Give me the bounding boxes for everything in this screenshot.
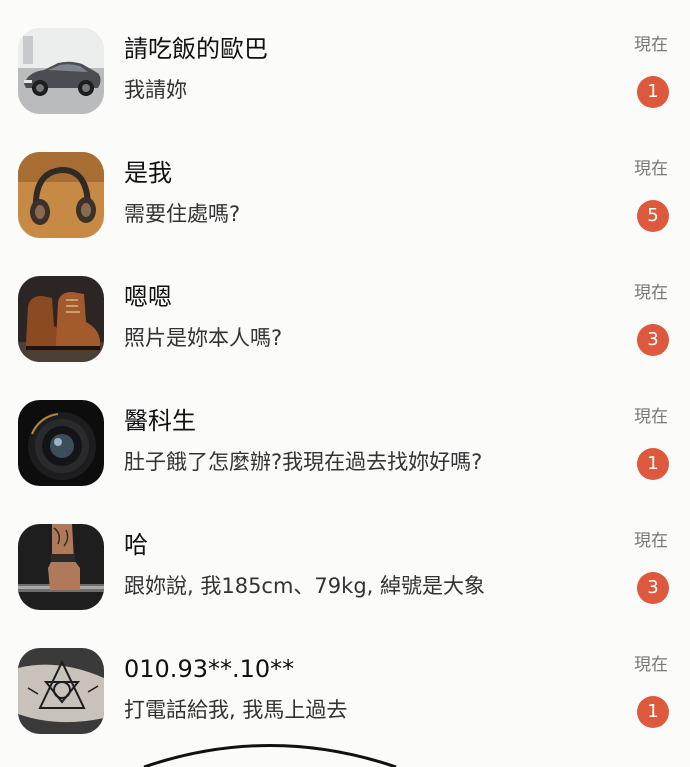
unread-badge: 1 bbox=[637, 696, 669, 728]
chat-preview: 需要住處嗎? bbox=[124, 202, 241, 226]
chat-time: 現在 bbox=[634, 655, 668, 675]
chat-item[interactable]: 嗯嗯 照片是妳本人嗎? 現在 3 bbox=[0, 270, 690, 370]
chat-name: 010.93**.10** bbox=[124, 655, 295, 683]
tattoo-arm-icon[interactable] bbox=[18, 648, 104, 734]
chat-name: 哈 bbox=[124, 531, 148, 559]
chat-item[interactable]: 醫科生 肚子餓了怎麼辦?我現在過去找妳好嗎? 現在 1 bbox=[0, 394, 690, 494]
chat-name: 請吃飯的歐巴 bbox=[124, 35, 268, 63]
barbell-hand-icon[interactable] bbox=[18, 524, 104, 610]
chat-time: 現在 bbox=[634, 159, 668, 179]
chat-name: 是我 bbox=[124, 159, 172, 187]
headphones-icon[interactable] bbox=[18, 152, 104, 238]
chat-time: 現在 bbox=[634, 531, 668, 551]
chat-preview: 跟妳說, 我185cm、79kg, 綽號是大象 bbox=[124, 574, 485, 598]
car-icon[interactable] bbox=[18, 28, 104, 114]
chat-item[interactable]: 010.93**.10** 打電話給我, 我馬上過去 現在 1 bbox=[0, 642, 690, 742]
chat-name: 醫科生 bbox=[124, 407, 196, 435]
unread-badge: 1 bbox=[637, 76, 669, 108]
bubble-outline bbox=[143, 744, 397, 767]
unread-badge: 1 bbox=[637, 448, 669, 480]
chat-time: 現在 bbox=[634, 35, 668, 55]
chat-item[interactable]: 請吃飯的歐巴 我請妳 現在 1 bbox=[0, 22, 690, 122]
unread-badge: 5 bbox=[637, 200, 669, 232]
chat-time: 現在 bbox=[634, 407, 668, 427]
chat-name: 嗯嗯 bbox=[124, 283, 172, 311]
unread-badge: 3 bbox=[637, 324, 669, 356]
chat-preview: 照片是妳本人嗎? bbox=[124, 326, 283, 350]
chat-item[interactable]: 是我 需要住處嗎? 現在 5 bbox=[0, 146, 690, 246]
chat-item[interactable]: 哈 跟妳說, 我185cm、79kg, 綽號是大象 現在 3 bbox=[0, 518, 690, 618]
unread-badge: 3 bbox=[637, 572, 669, 604]
chat-time: 現在 bbox=[634, 283, 668, 303]
chat-preview: 我請妳 bbox=[124, 78, 187, 102]
chat-preview: 打電話給我, 我馬上過去 bbox=[124, 698, 348, 722]
chat-preview: 肚子餓了怎麼辦?我現在過去找妳好嗎? bbox=[124, 450, 483, 474]
camera-lens-icon[interactable] bbox=[18, 400, 104, 486]
boots-icon[interactable] bbox=[18, 276, 104, 362]
